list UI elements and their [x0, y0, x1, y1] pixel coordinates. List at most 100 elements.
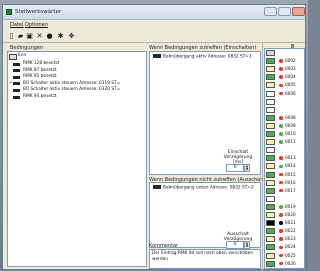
splitter[interactable]	[262, 42, 263, 271]
signal-swatch-icon	[266, 58, 275, 65]
address-row[interactable]: 0014	[265, 163, 304, 170]
address-number: 0021	[285, 220, 296, 226]
spinner-arrows-icon[interactable]: ▲ ▼	[244, 241, 250, 249]
comment-field[interactable]: Der Eintrag RMK 94 soll nach oben versch…	[149, 249, 261, 269]
address-row[interactable]: 0011	[265, 139, 304, 146]
address-row[interactable]: 0022	[265, 228, 304, 235]
address-number: 0006	[285, 90, 296, 96]
address-row[interactable]: 0019	[265, 203, 304, 210]
address-number: 0004	[285, 74, 296, 80]
address-number: 0016	[285, 179, 296, 185]
status-dot-icon	[279, 213, 283, 217]
address-number: 0009	[285, 122, 296, 128]
address-number: 0024	[285, 244, 296, 250]
signal-swatch-icon	[266, 66, 275, 73]
address-row[interactable]: 0016	[265, 179, 304, 186]
address-row[interactable]: 0008	[265, 114, 304, 121]
address-row[interactable]	[265, 195, 304, 202]
address-number: 0023	[285, 236, 296, 242]
address-number: 0008	[285, 114, 296, 120]
menu-options[interactable]: Optionen	[25, 22, 48, 28]
menu-file[interactable]: Datei	[10, 22, 23, 28]
status-dot-icon	[279, 245, 283, 250]
status-dot-icon	[279, 59, 283, 63]
status-dot-icon	[279, 205, 283, 209]
address-number: 0022	[285, 228, 296, 234]
open-icon[interactable]: ▰	[16, 32, 25, 41]
address-row[interactable]: 0023	[265, 236, 304, 243]
switch-icon	[13, 88, 20, 92]
address-row[interactable]: 0006	[265, 90, 304, 97]
tree-item-label: RMK 128 besetzt	[23, 61, 60, 66]
address-row[interactable]	[265, 50, 304, 56]
signal-swatch-icon	[266, 139, 275, 146]
signal-swatch-icon	[266, 147, 275, 154]
title-bar[interactable]: Stellwerkswärter	[3, 5, 305, 20]
signal-swatch-icon	[266, 163, 275, 170]
status-dot-icon	[279, 188, 283, 193]
save-icon[interactable]: ▣	[25, 32, 34, 41]
new-icon[interactable]: ▯	[7, 32, 16, 41]
menu-bar: Datei Optionen	[3, 20, 305, 30]
on-condition-item[interactable]: Bahnübergang aktiv Adresse: 0832 ST=1	[153, 54, 252, 60]
on-conditions-list[interactable]: Bahnübergang aktiv Adresse: 0832 ST=1 Ei…	[149, 51, 261, 175]
delete-icon[interactable]: ✕	[35, 32, 44, 41]
window-title: Stellwerkswärter	[15, 9, 62, 15]
conditions-tree[interactable]: Enn RMK 128 besetzt RMK 87 besetzt RMK 95 …	[7, 51, 147, 267]
off-condition-item[interactable]: Bahnübergang unten Adresse: 0832 ST=2	[153, 185, 254, 191]
address-row[interactable]	[265, 98, 304, 105]
maximize-icon[interactable]	[278, 7, 291, 16]
signal-swatch-icon	[266, 236, 275, 243]
address-row[interactable]	[265, 147, 304, 154]
close-icon[interactable]	[292, 7, 305, 16]
address-row[interactable]: 0024	[265, 244, 304, 251]
contact-icon	[13, 75, 20, 79]
signal-swatch-icon	[266, 131, 275, 137]
off-conditions-list[interactable]: Bahnübergang unten Adresse: 0832 ST=2 Au…	[149, 182, 261, 249]
address-row[interactable]: 0025	[265, 252, 304, 259]
status-dot-icon	[279, 91, 283, 96]
settings-icon[interactable]: ✱	[56, 32, 65, 41]
off-delay-input[interactable]: 0 ▲ ▼	[226, 241, 250, 249]
address-row[interactable]: 0002	[265, 58, 304, 65]
folder-icon	[9, 54, 17, 60]
status-dot-icon	[279, 237, 283, 242]
crossing-icon	[153, 54, 161, 58]
off-delay-value: 0	[233, 242, 237, 247]
address-row[interactable]: 0026	[265, 260, 304, 267]
status-dot-icon	[279, 75, 283, 80]
arrows-icon[interactable]: ✥	[67, 32, 76, 41]
address-number: 0011	[285, 139, 296, 145]
crossing-icon	[153, 185, 161, 189]
address-row[interactable]	[265, 106, 304, 113]
address-row[interactable]: 0021	[265, 220, 304, 227]
address-number: 0025	[285, 252, 296, 258]
address-row[interactable]: 0009	[265, 122, 304, 129]
spinner-arrows-icon[interactable]: ▲ ▼	[244, 164, 250, 172]
signal-swatch-icon	[266, 98, 275, 105]
address-row[interactable]: 0020	[265, 212, 304, 218]
address-row[interactable]: 0003	[265, 66, 304, 73]
minimize-icon[interactable]	[264, 7, 277, 16]
signal-swatch-icon	[266, 220, 275, 227]
print-icon[interactable]: ●	[45, 32, 54, 41]
signal-swatch-icon	[266, 106, 275, 113]
address-row[interactable]: 0015	[265, 171, 304, 178]
signal-swatch-icon	[266, 244, 275, 251]
signal-swatch-icon	[266, 90, 275, 97]
tree-item-label: RMK 94 besetzt	[23, 94, 57, 99]
address-row[interactable]: 0017	[265, 187, 304, 194]
address-row[interactable]: 0013	[265, 155, 304, 162]
address-list[interactable]: 0002 0003 0004 0005 0006 0008 0009 0010 0011 0013…	[264, 48, 305, 269]
address-row[interactable]: 0005	[265, 82, 304, 89]
app-icon	[6, 9, 12, 15]
on-delay-input[interactable]: 0 ▲ ▼	[226, 164, 250, 172]
signal-swatch-icon	[266, 74, 275, 81]
status-dot-icon	[279, 132, 283, 136]
address-row[interactable]: 0004	[265, 74, 304, 81]
contact-icon	[13, 69, 20, 73]
on-delay-value: 0	[233, 165, 237, 170]
status-dot-icon	[279, 115, 283, 120]
status-dot-icon	[279, 83, 283, 88]
address-row[interactable]: 0010	[265, 131, 304, 137]
